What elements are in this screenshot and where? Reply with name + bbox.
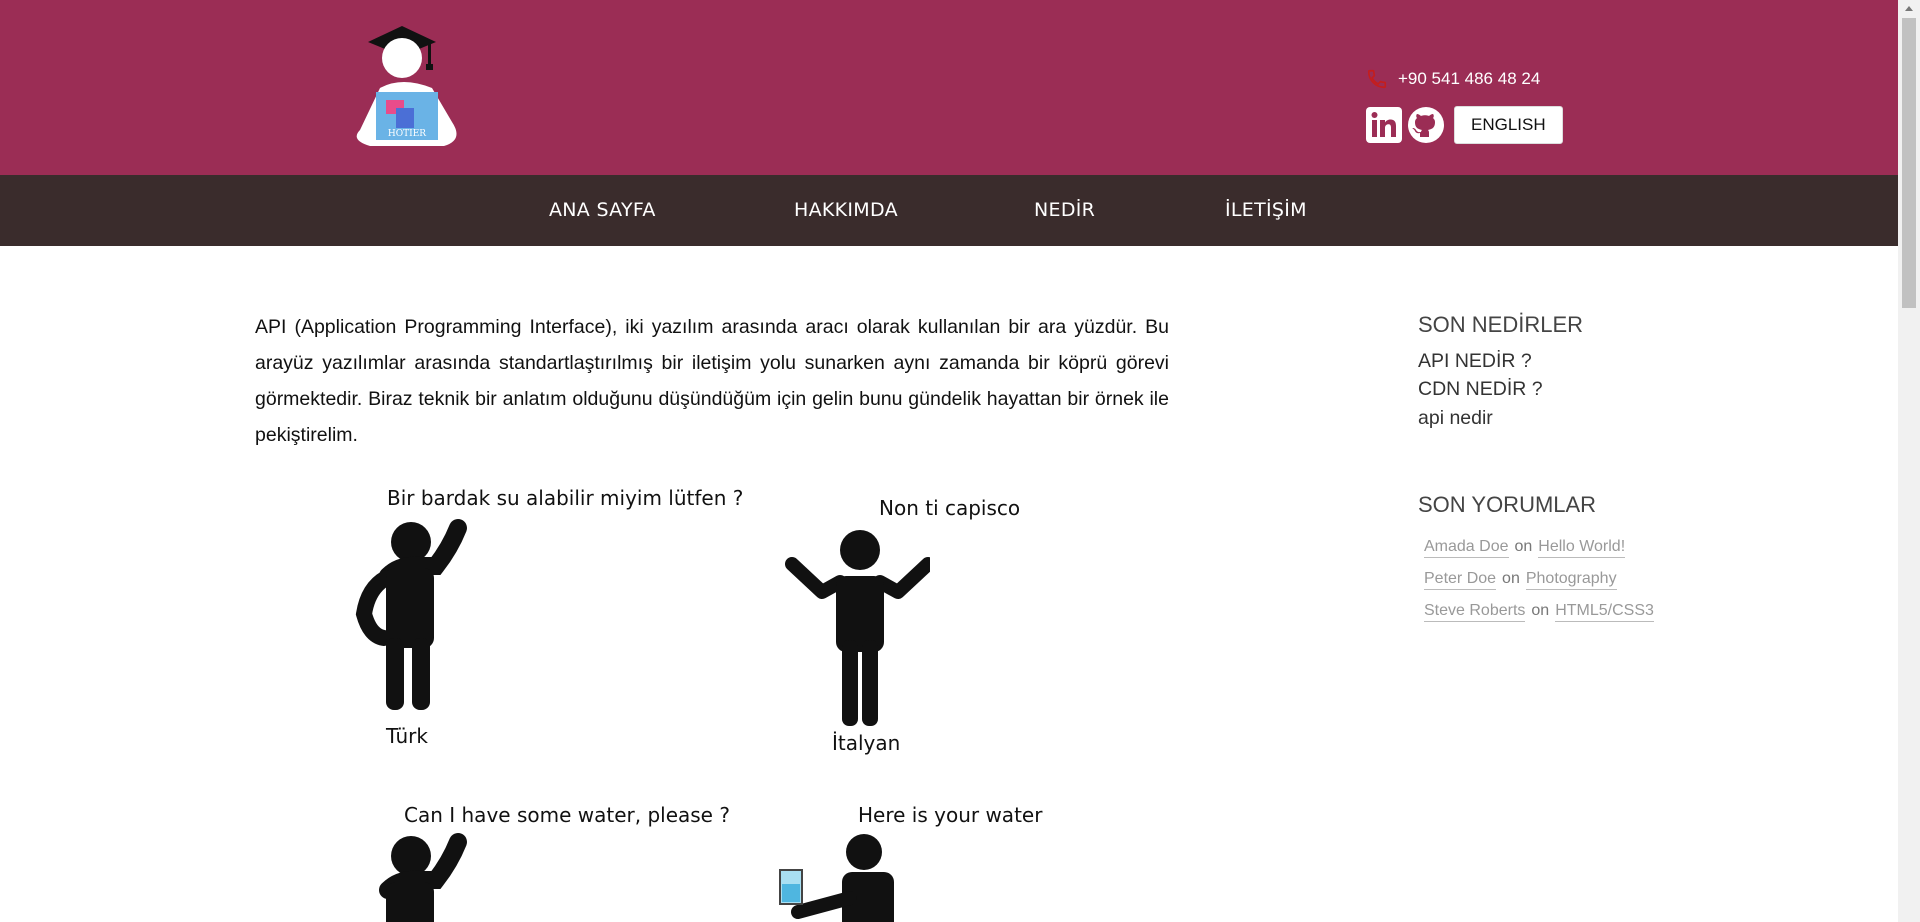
comment-item: Amada Doe on Hello World! [1424, 538, 1626, 558]
recent-link-api-lower[interactable]: api nedir [1418, 407, 1493, 430]
speech-turk: Bir bardak su alabilir miyim lütfen ? [387, 486, 744, 510]
comment-author[interactable]: Peter Doe [1424, 570, 1497, 590]
scrollbar-thumb[interactable] [1902, 18, 1916, 308]
phone-icon [1367, 69, 1387, 89]
phone-number[interactable]: +90 541 486 48 24 [1398, 69, 1540, 89]
linkedin-icon[interactable] [1366, 107, 1402, 143]
recent-link-cdn[interactable]: CDN NEDİR ? [1418, 378, 1543, 401]
italian-figure [785, 530, 930, 726]
waiter-figure [779, 834, 894, 922]
speech-italian: Non ti capisco [879, 496, 1021, 520]
nav-item-iletisim[interactable]: İLETİŞİM [1225, 175, 1307, 246]
english-figure [379, 833, 467, 922]
comment-item: Steve Roberts on HTML5/CSS3 [1424, 602, 1654, 622]
comment-on: on [1514, 538, 1533, 555]
comment-post[interactable]: HTML5/CSS3 [1555, 602, 1654, 622]
nav-item-nedir[interactable]: NEDİR [1034, 175, 1095, 246]
comment-item: Peter Doe on Photography [1424, 570, 1617, 590]
comment-author[interactable]: Steve Roberts [1424, 602, 1526, 622]
comment-on: on [1502, 570, 1520, 587]
nav-item-hakkimda[interactable]: HAKKIMDA [794, 175, 898, 246]
comment-post[interactable]: Photography [1525, 570, 1617, 590]
main-nav: ANA SAYFA HAKKIMDA NEDİR İLETİŞİM [0, 175, 1898, 246]
site-header: HOTIER +90 541 486 48 24 ENGLISH [0, 0, 1898, 175]
github-icon[interactable] [1408, 107, 1444, 143]
social-links: ENGLISH [1366, 106, 1563, 144]
speech-reply: Here is your water [858, 803, 1043, 827]
recent-comments-title: SON YORUMLAR [1418, 492, 1597, 517]
recent-link-api[interactable]: API NEDİR ? [1418, 350, 1532, 373]
comment-on: on [1531, 602, 1550, 619]
page-scrollbar[interactable] [1898, 0, 1920, 922]
speech-english: Can I have some water, please ? [404, 803, 730, 827]
scroll-up-arrow-icon[interactable] [1898, 0, 1920, 18]
comment-author[interactable]: Amada Doe [1424, 538, 1509, 558]
article-paragraph: API (Application Programming Interface),… [255, 316, 1169, 446]
recent-nedir-title: SON NEDİRLER [1418, 312, 1584, 337]
api-illustration: Bir bardak su alabilir miyim lütfen ? No… [340, 470, 1060, 922]
comment-post[interactable]: Hello World! [1538, 538, 1626, 558]
label-italian: İtalyan [832, 731, 901, 755]
site-logo[interactable]: HOTIER [340, 22, 474, 150]
nav-item-ana-sayfa[interactable]: ANA SAYFA [549, 175, 656, 246]
label-turk: Türk [386, 724, 428, 748]
logo-text: HOTIER [388, 129, 426, 139]
language-button[interactable]: ENGLISH [1454, 106, 1563, 144]
turk-figure [355, 519, 467, 710]
phone-contact: +90 541 486 48 24 [1366, 68, 1540, 90]
